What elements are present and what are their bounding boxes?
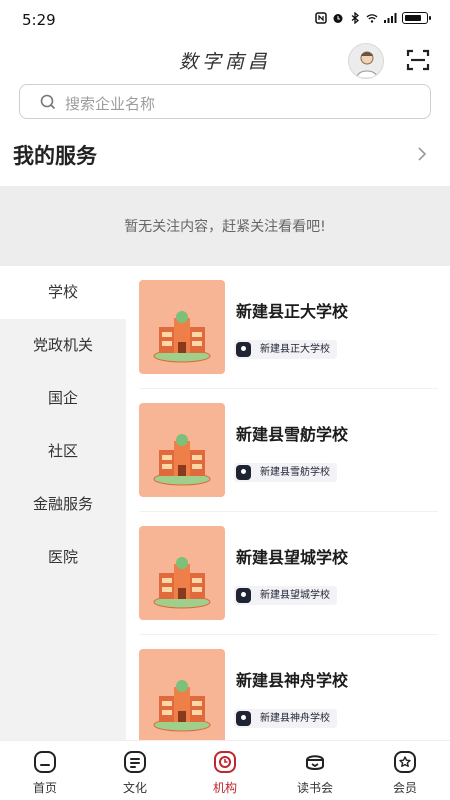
category-label: 党政机关 [32,336,93,354]
location-tag: 新建县神舟学校 [234,709,337,728]
status-icons [315,12,431,24]
nav-label: 文化 [122,781,147,795]
my-services-title: 我的服务 [13,144,97,168]
bluetooth-icon [351,12,360,24]
institution-name: 新建县雪舫学校 [236,425,349,444]
location-tag: 新建县望城学校 [234,586,337,605]
nfc-icon [315,12,327,24]
location-pin-icon [236,711,251,726]
nav-label: 首页 [32,781,57,795]
nav-member[interactable]: 会员 [360,741,450,800]
location-tag-text: 新建县神舟学校 [260,713,330,724]
scan-icon[interactable] [406,48,430,72]
app-screen: 5:29 数字南昌 搜索企业名称 我的服务 暂无关注内容，赶紧关注看看吧! 学校… [0,0,450,800]
category-label: 金融服务 [32,495,93,513]
location-tag-text: 新建县正大学校 [260,344,330,355]
category-label: 国企 [47,389,78,407]
school-building-icon [153,434,211,486]
nav-label: 机构 [212,781,237,795]
location-tag: 新建县正大学校 [234,340,337,359]
location-pin-icon [236,465,251,480]
institution-name: 新建县神舟学校 [236,671,349,690]
nav-home[interactable]: 首页 [0,741,90,800]
status-time: 5:29 [22,11,56,29]
location-pin-icon [236,588,251,603]
category-label: 学校 [47,283,78,301]
home-icon [34,751,56,773]
institution-name: 新建县正大学校 [236,302,349,321]
school-thumbnail [139,403,225,497]
status-bar: 5:29 [0,0,450,40]
nav-institution[interactable]: 机构 [180,741,270,800]
location-tag-text: 新建县望城学校 [260,590,330,601]
location-tag: 新建县雪舫学校 [234,463,337,482]
category-school[interactable]: 学校 [0,266,126,319]
category-hospital[interactable]: 医院 [0,531,126,584]
battery-icon [402,12,431,24]
culture-icon [124,751,146,773]
category-state-enterprise[interactable]: 国企 [0,372,126,425]
wifi-icon [366,14,378,23]
bottom-nav: 首页 文化 机构 读书会 会员 [0,740,450,800]
list-item[interactable]: 新建县雪舫学校 新建县雪舫学校 [126,389,450,512]
institution-list: 新建县正大学校 新建县正大学校 新建县雪舫学校 新建县雪舫学校 新建县望城学校 … [126,266,450,740]
avatar[interactable] [348,43,384,79]
chevron-right-icon[interactable] [416,146,428,162]
category-community[interactable]: 社区 [0,425,126,478]
school-building-icon [153,680,211,732]
member-icon [394,751,416,773]
list-item[interactable]: 新建县神舟学校 新建县神舟学校 [126,635,450,740]
nav-label: 会员 [392,781,417,795]
empty-state-text: 暂无关注内容，赶紧关注看看吧! [124,219,326,235]
nav-book-club[interactable]: 读书会 [270,741,360,800]
app-header: 数字南昌 [0,40,450,79]
school-building-icon [153,557,211,609]
category-label: 社区 [47,442,78,460]
nav-label: 读书会 [296,781,333,795]
search-placeholder: 搜索企业名称 [65,95,156,113]
book-club-icon [306,755,324,770]
search-input[interactable]: 搜索企业名称 [19,84,431,119]
list-item[interactable]: 新建县望城学校 新建县望城学校 [126,512,450,635]
category-finance[interactable]: 金融服务 [0,478,126,531]
signal-icon [384,13,397,23]
category-label: 医院 [47,548,78,566]
nav-culture[interactable]: 文化 [90,741,180,800]
school-thumbnail [139,649,225,740]
school-thumbnail [139,526,225,620]
services-empty-state: 暂无关注内容，赶紧关注看看吧! [0,186,450,266]
alarm-icon [333,14,343,23]
location-tag-text: 新建县雪舫学校 [260,467,330,478]
institution-icon [214,751,236,773]
institution-name: 新建县望城学校 [236,548,349,567]
school-building-icon [153,311,211,363]
category-sidebar: 学校 党政机关 国企 社区 金融服务 医院 [0,266,126,740]
list-item[interactable]: 新建县正大学校 新建县正大学校 [126,266,450,389]
school-thumbnail [139,280,225,374]
category-government[interactable]: 党政机关 [0,319,126,372]
search-icon [40,94,56,110]
location-pin-icon [236,342,251,357]
